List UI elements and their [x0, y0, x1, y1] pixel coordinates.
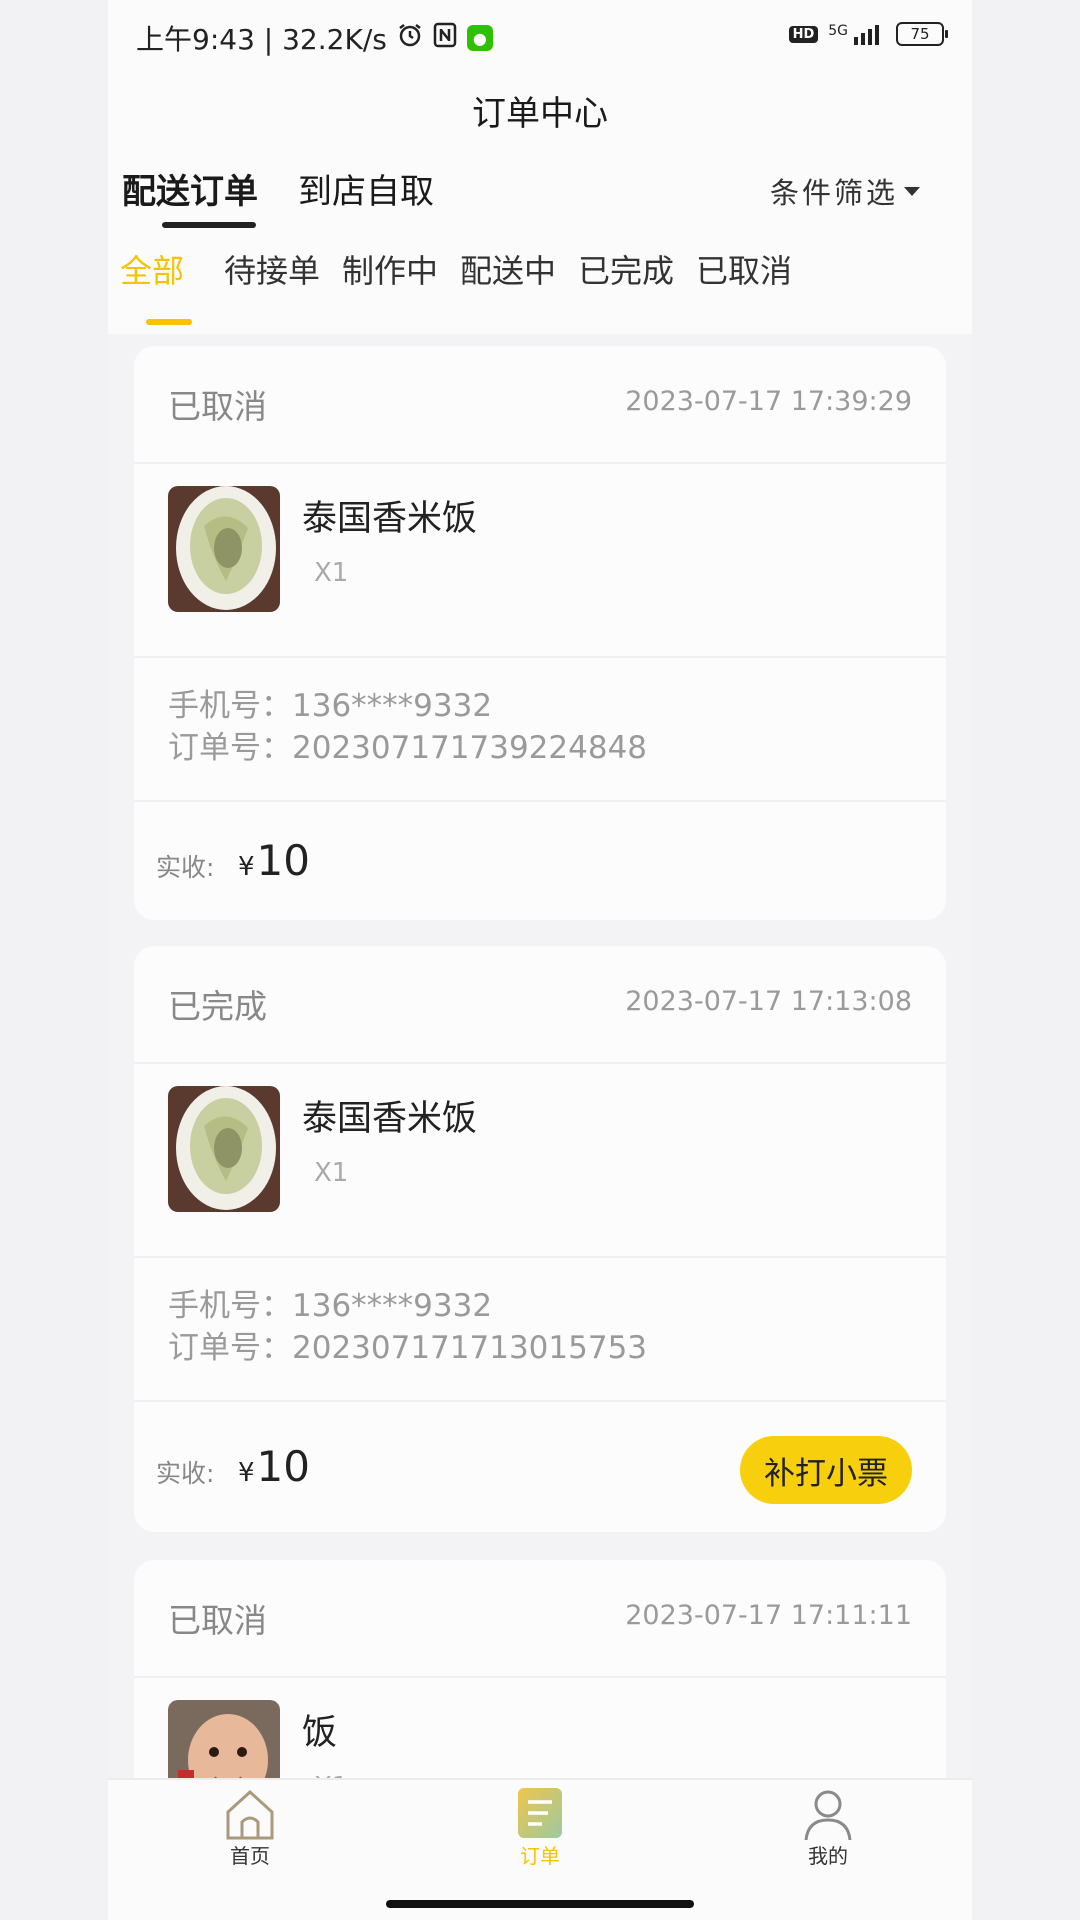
status-tab-completed[interactable]: 已完成	[578, 246, 674, 292]
status-tab-pending[interactable]: 待接单	[224, 246, 320, 292]
food-thumbnail	[168, 1086, 280, 1212]
home-indicator[interactable]	[386, 1900, 694, 1908]
caret-down-icon	[904, 186, 920, 196]
order-time: 2023-07-17 17:39:29	[625, 386, 912, 417]
status-tab-preparing[interactable]: 制作中	[342, 246, 438, 292]
nav-profile-label: 我的	[808, 1844, 848, 1868]
wechat-icon: ●	[466, 25, 493, 51]
order-status: 已完成	[168, 987, 267, 1026]
page-title: 订单中心	[472, 94, 608, 134]
orders-icon	[518, 1788, 562, 1838]
item-quantity: X1	[314, 558, 349, 588]
status-time-speed: 上午9:43 | 32.2K/s	[136, 23, 387, 56]
app-screen: 上午9:43 | 32.2K/s ● HD 5G 75 订单中心 配送订单 到店…	[108, 0, 972, 1920]
nav-profile[interactable]: 我的	[728, 1780, 928, 1880]
amount-value: 10	[256, 836, 310, 885]
nav-orders-label: 订单	[520, 1844, 560, 1868]
battery-icon: 75	[896, 22, 948, 46]
order-footer: 实收: ¥10 补打小票	[134, 1402, 946, 1532]
tab-pickup-orders[interactable]: 到店自取	[298, 164, 434, 213]
hd-badge: HD	[788, 25, 819, 43]
nav-home-label: 首页	[230, 1844, 270, 1868]
paid-label: 实收:	[156, 1459, 215, 1488]
profile-icon	[804, 1790, 852, 1841]
order-item-row: 泰国香米饭 X1	[134, 1064, 946, 1258]
order-card-header: 已完成 2023-07-17 17:13:08	[134, 946, 946, 1064]
order-card-header: 已取消 2023-07-17 17:11:11	[134, 1560, 946, 1678]
reprint-receipt-button[interactable]: 补打小票	[740, 1436, 912, 1504]
main-tab-indicator	[162, 222, 256, 228]
status-tab-all[interactable]: 全部	[120, 246, 184, 292]
order-info: 手机号：136****9332 订单号：20230717173922​4848	[134, 658, 946, 802]
filter-label: 条件筛选	[769, 176, 898, 210]
order-card-header: 已取消 2023-07-17 17:39:29	[134, 346, 946, 464]
order-card[interactable]: 已取消 2023-07-17 17:39:29 泰国香米饭 X1 手机号：136…	[134, 346, 946, 920]
signal-icon: 5G	[828, 23, 886, 45]
battery-level: 75	[910, 25, 930, 43]
order-card[interactable]: 已完成 2023-07-17 17:13:08 泰国香米饭 X1 手机号：136…	[134, 946, 946, 1532]
bottom-nav: 首页 订单 我的	[108, 1778, 972, 1920]
status-tab-indicator	[146, 319, 192, 325]
item-quantity: X1	[314, 1158, 349, 1188]
header: 订单中心 配送订单 到店自取 条件筛选 全部 待接单 制作中 配送中 已完成 已…	[108, 76, 972, 334]
order-time: 2023-07-17 17:13:08	[625, 986, 912, 1017]
alarm-icon	[397, 22, 423, 55]
order-item-row: 泰国香米饭 X1	[134, 464, 946, 658]
currency-symbol: ¥	[238, 1458, 255, 1488]
order-number: 订单号：20230717173922​4848	[168, 730, 648, 766]
filter-dropdown[interactable]: 条件筛选	[770, 170, 920, 212]
food-name: 泰国香米饭	[302, 1099, 478, 1139]
nav-home[interactable]: 首页	[150, 1780, 350, 1880]
nfc-icon	[433, 22, 457, 55]
order-number: 订单号：20230717171301​5753	[168, 1330, 648, 1366]
food-name: 饭	[302, 1713, 338, 1753]
paid-amount: ¥10	[238, 836, 310, 885]
paid-amount: ¥10	[238, 1442, 310, 1491]
amount-value: 10	[256, 1442, 310, 1491]
status-bar: 上午9:43 | 32.2K/s ● HD 5G 75	[108, 0, 972, 76]
customer-phone: 手机号：136****9332	[168, 688, 493, 724]
order-status: 已取消	[168, 1601, 267, 1640]
food-name: 泰国香米饭	[302, 499, 478, 539]
order-time: 2023-07-17 17:11:11	[625, 1600, 912, 1631]
home-icon	[226, 1789, 274, 1840]
network-type: 5G	[828, 23, 848, 39]
paid-label: 实收:	[156, 853, 215, 882]
status-tab-delivering[interactable]: 配送中	[460, 246, 556, 292]
order-card[interactable]: 已取消 2023-07-17 17:11:11 饭 X1	[134, 1560, 946, 1800]
order-footer: 实收: ¥10	[134, 802, 946, 920]
currency-symbol: ¥	[238, 852, 255, 882]
order-info: 手机号：136****9332 订单号：20230717171301​5753	[134, 1258, 946, 1402]
status-tab-cancelled[interactable]: 已取消	[696, 246, 792, 292]
customer-phone: 手机号：136****9332	[168, 1288, 493, 1324]
nav-orders[interactable]: 订单	[440, 1780, 640, 1880]
food-thumbnail	[168, 486, 280, 612]
tab-delivery-orders[interactable]: 配送订单	[122, 164, 258, 213]
order-status: 已取消	[168, 387, 267, 426]
